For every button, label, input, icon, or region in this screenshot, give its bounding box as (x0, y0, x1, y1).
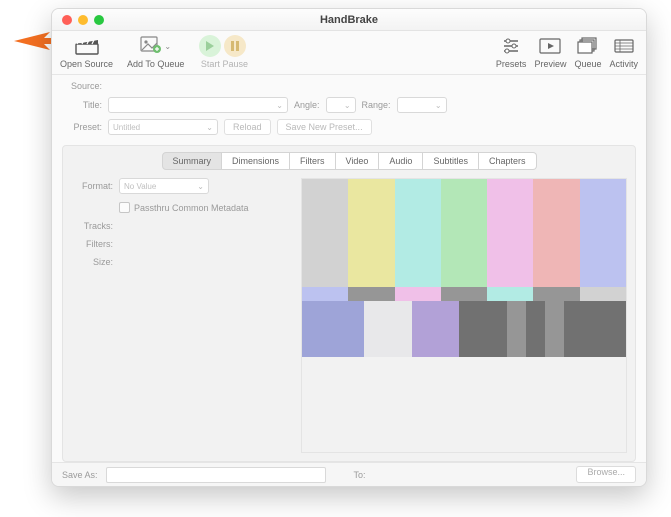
source-label: Source: (62, 81, 102, 91)
window-title: HandBrake (52, 14, 646, 26)
browse-button[interactable]: Browse... (576, 466, 636, 483)
to-label: To: (354, 470, 366, 480)
preset-popup[interactable]: Untitled (108, 119, 218, 135)
clapperboard-icon (75, 35, 99, 57)
play-icon (199, 35, 221, 57)
save-as-label: Save As: (62, 470, 98, 480)
save-as-field[interactable] (106, 467, 326, 483)
pointer-arrow-icon (14, 30, 56, 55)
range-popup[interactable] (397, 97, 447, 113)
angle-label: Angle: (294, 100, 320, 110)
passthru-checkbox[interactable] (119, 202, 130, 213)
filters-label: Filters: (71, 239, 113, 249)
tab-video[interactable]: Video (336, 152, 380, 170)
tab-dimensions[interactable]: Dimensions (222, 152, 290, 170)
preview-icon (538, 35, 562, 57)
tab-bar: Summary Dimensions Filters Video Audio S… (71, 152, 627, 170)
tab-audio[interactable]: Audio (379, 152, 423, 170)
angle-popup[interactable] (326, 97, 356, 113)
bottom-bar: Save As: To: Browse... (52, 462, 646, 486)
chevron-down-icon[interactable]: ⌄ (164, 42, 171, 51)
tab-subtitles[interactable]: Subtitles (423, 152, 479, 170)
title-label: Title: (62, 100, 102, 110)
titlebar: HandBrake (52, 9, 646, 31)
reload-button[interactable]: Reload (224, 119, 271, 135)
preset-label: Preset: (62, 122, 102, 132)
format-popup[interactable]: No Value (119, 178, 209, 194)
start-button[interactable]: Start (198, 35, 222, 69)
queue-button[interactable]: Queue (574, 35, 601, 69)
app-window: HandBrake Open Source ⌄ Add To Queue Sta (51, 8, 647, 487)
preview-button[interactable]: Preview (534, 35, 566, 69)
save-new-preset-button[interactable]: Save New Preset... (277, 119, 372, 135)
photo-plus-icon (140, 36, 162, 56)
tab-summary[interactable]: Summary (162, 152, 223, 170)
tab-filters[interactable]: Filters (290, 152, 336, 170)
toolbar: Open Source ⌄ Add To Queue Start Pause (52, 31, 646, 75)
activity-icon (612, 35, 636, 57)
add-to-queue-button[interactable]: ⌄ Add To Queue (127, 35, 184, 69)
format-label: Format: (71, 181, 113, 191)
pause-icon (224, 35, 246, 57)
range-label: Range: (362, 100, 391, 110)
content-area: Source: Title: Angle: Range: Preset: Unt… (52, 75, 646, 462)
tab-chapters[interactable]: Chapters (479, 152, 537, 170)
sliders-icon (499, 35, 523, 57)
open-source-button[interactable]: Open Source (60, 35, 113, 69)
size-label: Size: (71, 257, 113, 267)
pause-button[interactable]: Pause (222, 35, 248, 69)
main-panel: Summary Dimensions Filters Video Audio S… (62, 145, 636, 462)
queue-icon (576, 35, 600, 57)
summary-sidebar: Format: No Value Passthru Common Metadat… (71, 178, 291, 453)
tracks-label: Tracks: (71, 221, 113, 231)
passthru-label: Passthru Common Metadata (134, 203, 249, 213)
title-popup[interactable] (108, 97, 288, 113)
presets-button[interactable]: Presets (496, 35, 527, 69)
preview-area (301, 178, 627, 453)
activity-button[interactable]: Activity (609, 35, 638, 69)
